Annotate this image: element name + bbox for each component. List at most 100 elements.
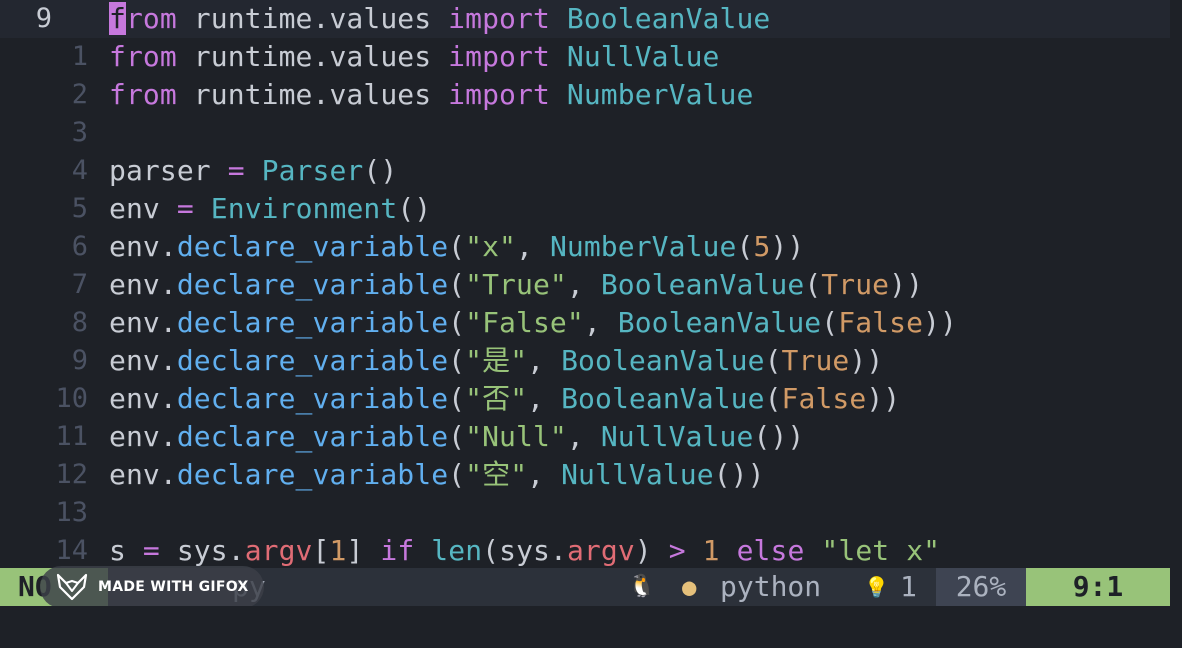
code-token: 1 <box>329 534 347 567</box>
code-token: env <box>109 192 177 225</box>
code-token: rom <box>125 2 177 35</box>
line-code: parser = Parser() <box>109 152 397 190</box>
code-token: parser <box>109 154 228 187</box>
code-line[interactable]: 8 env.declare_variable("False", BooleanVa… <box>0 304 1170 342</box>
code-token: env. <box>109 306 177 339</box>
code-token: ( <box>764 344 782 377</box>
code-token: env. <box>109 344 177 377</box>
code-token: env. <box>109 420 177 453</box>
empty-area <box>0 606 1182 648</box>
code-line[interactable]: 1 from runtime.values import NullValue <box>0 38 1170 76</box>
line-number: 13 <box>55 497 88 528</box>
gifox-fox-icon <box>56 573 88 601</box>
code-token: NullValue <box>561 458 714 491</box>
code-token: env. <box>109 268 177 301</box>
code-token: import <box>448 40 550 73</box>
code-token: , <box>527 458 562 491</box>
code-token: True <box>781 344 850 377</box>
line-code: env.declare_variable("是", BooleanValue(T… <box>109 342 883 380</box>
code-token: env. <box>109 382 177 415</box>
code-token: runtime.values <box>176 40 449 73</box>
code-token: 5 <box>753 230 771 263</box>
code-token: declare_variable <box>176 458 449 491</box>
code-token: , <box>566 420 601 453</box>
code-token: NumberValue <box>566 78 754 111</box>
code-token: runtime.values <box>176 78 449 111</box>
code-token: , <box>527 344 562 377</box>
code-line[interactable]: 9 env.declare_variable("是", BooleanValue(… <box>0 342 1170 380</box>
line-code: from runtime.values import NullValue <box>109 38 720 76</box>
line-number: 8 <box>71 307 88 338</box>
line-number: 12 <box>55 459 88 490</box>
code-token: )) <box>889 268 924 301</box>
code-token: ( <box>448 230 466 263</box>
code-token: , <box>527 382 562 415</box>
code-token: 1 <box>702 534 720 567</box>
code-token: (sys. <box>482 534 567 567</box>
code-token: from <box>109 40 177 73</box>
code-token: ) <box>634 534 669 567</box>
code-line[interactable]: 6 env.declare_variable("x", NumberValue(5… <box>0 228 1170 266</box>
code-token: "是" <box>465 344 528 377</box>
code-token: ( <box>448 268 466 301</box>
current-line[interactable]: 9 from runtime.values import BooleanValue <box>0 0 1170 38</box>
code-token: ( <box>448 458 466 491</box>
code-token: BooleanValue <box>600 268 805 301</box>
code-line[interactable]: 13 <box>0 494 1170 532</box>
code-token: () <box>397 192 432 225</box>
code-line[interactable]: 3 <box>0 114 1170 152</box>
code-token: "空" <box>465 458 528 491</box>
code-token: import <box>448 78 550 111</box>
code-token: BooleanValue <box>617 306 822 339</box>
code-line[interactable]: 2 from runtime.values import NumberValue <box>0 76 1170 114</box>
code-token: declare_variable <box>176 268 449 301</box>
code-token: ( <box>448 344 466 377</box>
line-number: 4 <box>71 155 88 186</box>
code-token: "Null" <box>465 420 567 453</box>
code-token: Parser <box>261 154 364 187</box>
code-line[interactable]: 4 parser = Parser() <box>0 152 1170 190</box>
code-line[interactable]: 14 s = sys.argv[1] if len(sys.argv) > 1 e… <box>0 532 1170 568</box>
code-line[interactable]: 10 env.declare_variable("否", BooleanValue… <box>0 380 1170 418</box>
code-token: = <box>227 154 245 187</box>
line-number: 14 <box>55 535 88 566</box>
line-code: env.declare_variable("空", NullValue()) <box>109 456 765 494</box>
code-token: ] <box>346 534 381 567</box>
code-token: )) <box>770 230 805 263</box>
line-code: env.declare_variable("False", BooleanVal… <box>109 304 957 342</box>
code-token: from <box>109 78 177 111</box>
code-token: , <box>516 230 550 263</box>
code-token: [ <box>312 534 330 567</box>
code-line[interactable]: 12 env.declare_variable("空", NullValue()) <box>0 456 1170 494</box>
line-code: env = Environment() <box>109 190 431 228</box>
line-code: from runtime.values import NumberValue <box>109 76 753 114</box>
code-token: NullValue <box>600 420 754 453</box>
line-number: 6 <box>71 231 88 262</box>
code-token: import <box>448 2 550 35</box>
code-line[interactable]: 7 env.declare_variable("True", BooleanVal… <box>0 266 1170 304</box>
line-number: 9 <box>71 345 88 376</box>
line-code: env.declare_variable("Null", NullValue()… <box>109 418 804 456</box>
code-line[interactable]: 5 env = Environment() <box>0 190 1170 228</box>
code-line[interactable]: 11 env.declare_variable("Null", NullValue… <box>0 418 1170 456</box>
status-cursor-position: 9:1 <box>1026 568 1170 606</box>
code-token: declare_variable <box>176 382 449 415</box>
code-token: () <box>363 154 398 187</box>
code-editor[interactable]: 9 from runtime.values import BooleanValue… <box>0 0 1182 568</box>
code-token: ( <box>764 382 782 415</box>
line-number: 3 <box>71 117 88 148</box>
code-token: sys. <box>159 534 245 567</box>
code-token: else <box>736 534 805 567</box>
status-filetype: python <box>720 570 822 603</box>
linux-tux-icon: 🐧 <box>628 574 656 599</box>
code-token: ( <box>448 382 466 415</box>
code-token: = <box>142 534 160 567</box>
code-token: runtime.values <box>176 2 449 35</box>
code-token: NumberValue <box>549 230 737 263</box>
